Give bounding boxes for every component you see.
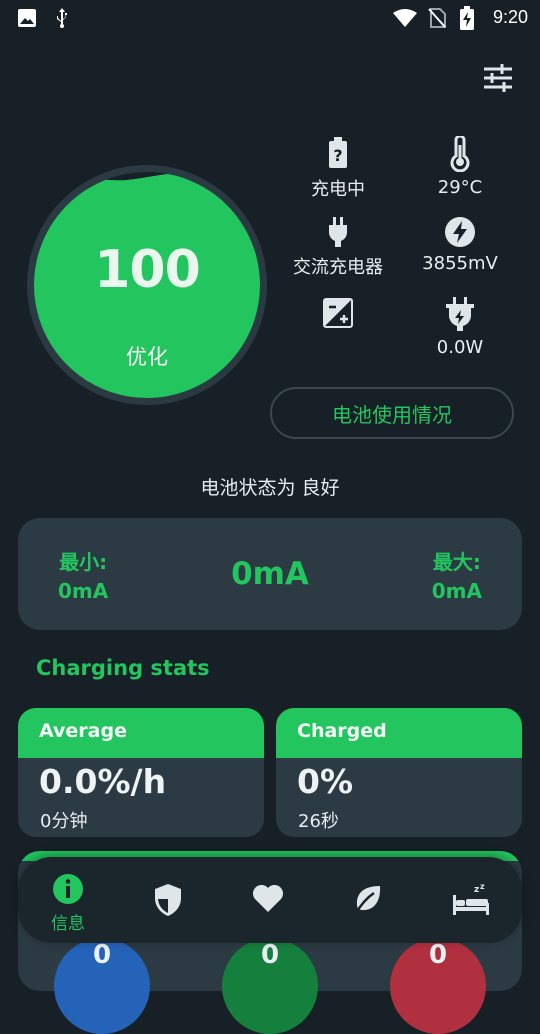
voltage-text: 3855mV bbox=[422, 253, 498, 274]
battery-state-label: 优化 bbox=[126, 345, 168, 369]
current-card: 最小: 0mA 0mA 最大: 0mA bbox=[18, 518, 522, 630]
wifi-icon bbox=[393, 9, 417, 27]
nav-eco[interactable] bbox=[318, 857, 418, 943]
wattage-item: 0.0W bbox=[395, 296, 525, 358]
average-stat-value: 0.0%/h bbox=[39, 762, 167, 801]
average-stat-card: Average 0.0%/h 0分钟 bbox=[18, 708, 264, 837]
stat-circle-red-value: 0 bbox=[428, 940, 448, 970]
max-current-value: 0mA bbox=[431, 579, 482, 603]
power-source-text: 交流充电器 bbox=[293, 257, 383, 278]
no-sim-icon bbox=[428, 8, 446, 28]
nav-info-label: 信息 bbox=[51, 914, 85, 934]
nav-health[interactable] bbox=[218, 857, 318, 943]
nav-sleep[interactable]: z z bbox=[418, 857, 518, 943]
battery-usage-button[interactable]: 电池使用情况 bbox=[270, 387, 514, 439]
nav-info[interactable]: 信息 bbox=[18, 857, 118, 943]
battery-charging-icon bbox=[460, 6, 474, 30]
stat-circle-green-value: 0 bbox=[260, 940, 280, 970]
charged-stat-label: Charged bbox=[276, 708, 522, 758]
sleep-bed-icon: z z bbox=[453, 883, 489, 915]
max-current: 最大: 0mA bbox=[432, 548, 482, 606]
brightness-item bbox=[273, 298, 403, 328]
nav-protection[interactable] bbox=[118, 857, 218, 943]
settings-button[interactable] bbox=[480, 60, 516, 96]
charged-stat-value: 0% bbox=[297, 762, 354, 801]
average-stat-time: 0分钟 bbox=[40, 811, 88, 832]
svg-text:z: z bbox=[480, 883, 485, 891]
status-time: 9:20 bbox=[492, 7, 528, 27]
voltage-item: 3855mV bbox=[395, 216, 525, 274]
average-stat-label: Average bbox=[18, 708, 264, 758]
info-icon bbox=[53, 874, 83, 904]
shield-icon bbox=[155, 884, 181, 916]
battery-percentage: 100 bbox=[94, 240, 201, 300]
heart-icon bbox=[252, 884, 284, 912]
voltage-bolt-icon bbox=[445, 217, 475, 247]
power-source-item: 交流充电器 bbox=[273, 216, 403, 279]
leaf-icon bbox=[354, 886, 381, 914]
power-plug-icon bbox=[329, 217, 347, 247]
temperature-text: 29°C bbox=[437, 177, 483, 198]
max-current-label: 最大: bbox=[432, 550, 481, 574]
wattage-text: 0.0W bbox=[436, 337, 484, 358]
charging-stats-title: Charging stats bbox=[36, 656, 210, 680]
charged-stat-card: Charged 0% 26秒 bbox=[276, 708, 522, 837]
bottom-navigation: 信息 z z bbox=[18, 857, 522, 943]
status-bar: 9:20 bbox=[0, 0, 540, 36]
brightness-adjust-icon bbox=[323, 298, 353, 328]
gallery-icon bbox=[18, 9, 36, 27]
tune-icon bbox=[484, 64, 512, 92]
svg-text:z: z bbox=[474, 885, 479, 895]
charged-stat-time: 26秒 bbox=[298, 811, 339, 832]
battery-unknown-icon: ? bbox=[329, 137, 347, 168]
stat-circle-blue-value: 0 bbox=[92, 940, 112, 970]
thermometer-icon bbox=[450, 136, 470, 172]
svg-text:?: ? bbox=[333, 146, 342, 165]
battery-health-text: 电池状态为 良好 bbox=[200, 477, 340, 499]
charging-plug-icon bbox=[446, 297, 474, 331]
usb-icon bbox=[57, 8, 67, 28]
charge-status-text: 充电中 bbox=[311, 179, 365, 200]
charge-status-item: ? 充电中 bbox=[273, 136, 403, 201]
temperature-item: 29°C bbox=[395, 136, 525, 198]
